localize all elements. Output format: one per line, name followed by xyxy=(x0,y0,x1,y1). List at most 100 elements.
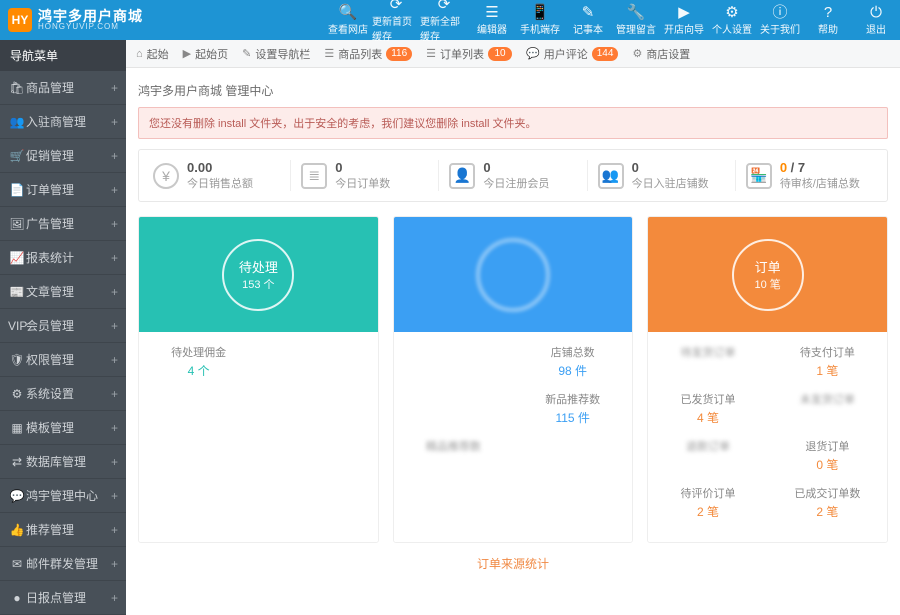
toolbar-label: 商品列表 xyxy=(338,46,382,62)
expand-icon: + xyxy=(111,353,118,367)
toolbar-item[interactable]: 💬用户评论144 xyxy=(526,46,618,62)
sidebar-item[interactable]: ▦模板管理+ xyxy=(0,411,126,445)
stat-item: ¥0.00今日销售总额 xyxy=(143,160,291,191)
sidebar-item-icon: 🖼 xyxy=(8,217,26,231)
sidebar-item-icon: 🛒 xyxy=(8,149,26,163)
card-cell: 新品推荐数115 件 xyxy=(513,385,632,432)
sidebar-item-icon: 👍 xyxy=(8,523,26,537)
stat-icon: 👤 xyxy=(449,163,475,189)
top-action[interactable]: ⓘ关于我们 xyxy=(756,0,804,43)
sidebar-item-icon: ● xyxy=(8,591,26,605)
cell-value xyxy=(141,443,256,459)
toolbar-badge: 10 xyxy=(488,47,512,61)
top-action[interactable]: ⏻退出 xyxy=(852,0,900,43)
top-action[interactable]: ✎记事本 xyxy=(564,0,612,43)
expand-icon: + xyxy=(111,285,118,299)
sidebar-item-icon: ▦ xyxy=(8,421,26,435)
sidebar-item[interactable]: ✉邮件群发管理+ xyxy=(0,547,126,581)
card-goods: 店铺总数98 件 新品推荐数115 件精品推荐数 xyxy=(393,216,634,543)
toolbar-item[interactable]: ⌂ 起始 xyxy=(136,46,169,62)
stat-value: 0 / 7 xyxy=(780,160,860,175)
toolbar-item[interactable]: ⚙商店设置 xyxy=(632,46,690,62)
sidebar-item-icon: 📈 xyxy=(8,251,26,265)
toolbar-item[interactable]: ☰订单列表10 xyxy=(426,46,512,62)
top-action-label: 个人设置 xyxy=(712,21,752,36)
expand-icon: + xyxy=(111,523,118,537)
sidebar-item-icon: 👥 xyxy=(8,115,26,129)
top-action[interactable]: ⚙个人设置 xyxy=(708,0,756,43)
stat-item: 👤0今日注册会员 xyxy=(439,160,587,191)
sidebar-item[interactable]: 📄订单管理+ xyxy=(0,173,126,207)
top-action[interactable]: 🔧管理留言 xyxy=(612,0,660,43)
chart-title: 订单来源统计 xyxy=(138,543,888,572)
sidebar-item-label: 订单管理 xyxy=(26,181,74,198)
sidebar: 导航菜单 🛍商品管理+👥入驻商管理+🛒促销管理+📄订单管理+🖼广告管理+📈报表统… xyxy=(0,68,126,615)
cell-name xyxy=(141,391,256,403)
toolbar-icon: ☰ xyxy=(426,47,436,60)
cell-value: 2 笔 xyxy=(650,501,765,520)
sidebar-item-icon: ✉ xyxy=(8,557,26,571)
cell-name xyxy=(260,471,375,483)
top-action[interactable]: ☰编辑器 xyxy=(468,0,516,43)
expand-icon: + xyxy=(111,591,118,605)
cell-name xyxy=(260,391,375,403)
top-action[interactable]: ▶开店向导 xyxy=(660,0,708,43)
stat-item: 👥0今日入驻店铺数 xyxy=(588,160,736,191)
sidebar-item[interactable]: 👥入驻商管理+ xyxy=(0,105,126,139)
sidebar-item[interactable]: 🛡权限管理+ xyxy=(0,343,126,377)
top-action[interactable]: ⟳更新全部缓存 xyxy=(420,0,468,43)
toolbar-item[interactable]: ☰商品列表116 xyxy=(324,46,412,62)
cell-value: 4 个 xyxy=(141,360,256,379)
card-cell xyxy=(258,465,377,505)
toolbar-icon: ⌂ xyxy=(136,48,143,60)
cell-value xyxy=(260,443,375,459)
sidebar-item-label: 鸿宇管理中心 xyxy=(26,487,98,504)
sidebar-item[interactable]: 💬鸿宇管理中心+ xyxy=(0,479,126,513)
toolbar-item[interactable]: ✎设置导航栏 xyxy=(242,46,310,62)
stat-icon: 👥 xyxy=(598,163,624,189)
sidebar-item[interactable]: 🖼广告管理 + xyxy=(0,207,126,241)
cell-name: 待评价订单 xyxy=(650,485,765,501)
cell-name: 待处理佣金 xyxy=(141,344,256,360)
top-action[interactable]: 📱手机端存 xyxy=(516,0,564,43)
sidebar-item[interactable]: ⇄数据库管理+ xyxy=(0,445,126,479)
toolbar-item[interactable]: ▶起始页 xyxy=(183,46,228,62)
sidebar-item-label: 广告管理 xyxy=(26,215,74,232)
expand-icon: + xyxy=(111,251,118,265)
top-action-icon: ✎ xyxy=(582,5,595,20)
card-orders-circle: 订单 10 笔 xyxy=(732,239,804,311)
card-cell xyxy=(394,476,513,516)
sidebar-item[interactable]: 📰文章管理+ xyxy=(0,275,126,309)
cell-value xyxy=(260,483,375,499)
sidebar-item-label: 权限管理 xyxy=(26,351,74,368)
sidebar-item[interactable]: 📈报表统计+ xyxy=(0,241,126,275)
cell-value: 115 件 xyxy=(515,407,630,426)
toolbar-badge: 116 xyxy=(386,47,412,61)
top-action[interactable]: 🔍查看网店 xyxy=(324,0,372,43)
sidebar-item[interactable]: 🛒促销管理+ xyxy=(0,139,126,173)
sidebar-item[interactable]: ⚙系统设置+ xyxy=(0,377,126,411)
cell-name xyxy=(141,431,256,443)
sidebar-item[interactable]: 👍推荐管理+ xyxy=(0,513,126,547)
cell-value xyxy=(141,403,256,419)
toolbar-label: 商店设置 xyxy=(646,46,690,62)
cell-name: 待发货订单 xyxy=(650,344,765,360)
top-action-label: 开店向导 xyxy=(664,21,704,36)
card-cell: 待支付订单1 笔 xyxy=(768,338,887,385)
sidebar-item-label: 促销管理 xyxy=(26,147,74,164)
top-action[interactable]: ⟳更新首页缓存 xyxy=(372,0,420,43)
top-action[interactable]: ?帮助 xyxy=(804,0,852,43)
toolbar-label: 起始 xyxy=(147,46,169,62)
brand: HY 鸿宇多用户商城 HONGYUVIP.COM xyxy=(0,8,151,32)
top-action-icon: ▶ xyxy=(678,5,690,20)
sidebar-item[interactable]: ●日报点管理+ xyxy=(0,581,126,615)
sidebar-item-icon: 📰 xyxy=(8,285,26,299)
expand-icon: + xyxy=(111,217,118,231)
main-content: 鸿宇多用户商城 管理中心 您还没有删除 install 文件夹，出于安全的考虑，… xyxy=(126,68,900,615)
top-bar: HY 鸿宇多用户商城 HONGYUVIP.COM 🔍查看网店⟳更新首页缓存⟳更新… xyxy=(0,0,900,40)
sidebar-item[interactable]: 🛍商品管理+ xyxy=(0,71,126,105)
top-action-label: 记事本 xyxy=(573,21,603,36)
top-action-icon: 🔧 xyxy=(627,5,646,20)
sidebar-item[interactable]: VIP会员管理+ xyxy=(0,309,126,343)
expand-icon: + xyxy=(111,387,118,401)
